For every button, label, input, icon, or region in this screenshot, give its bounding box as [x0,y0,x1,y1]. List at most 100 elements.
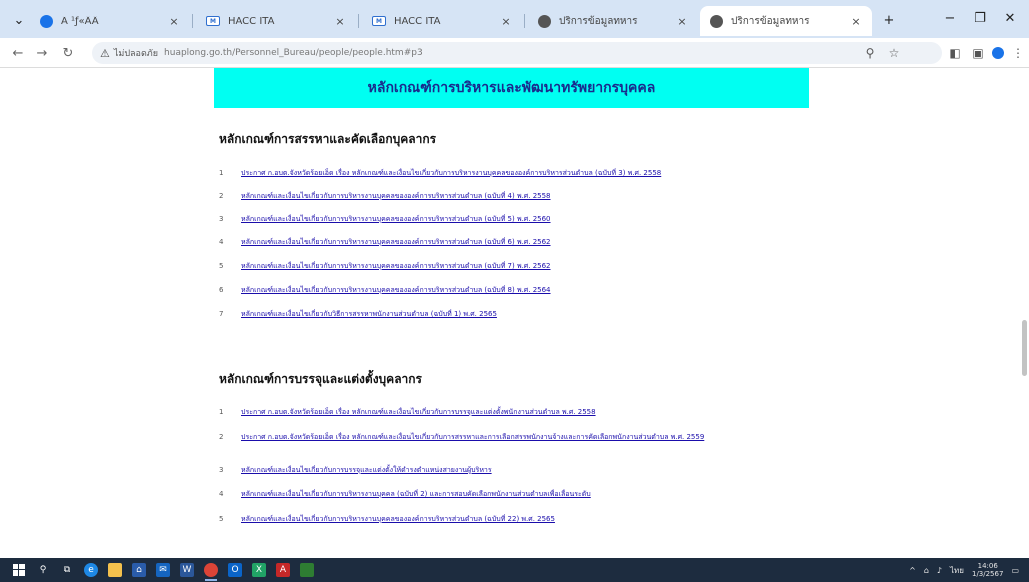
document-link-item: 4 หลักเกณฑ์และเงื่อนไขเกี่ยวกับการบริหาร… [219,237,799,247]
item-number: 2 [219,192,224,200]
item-number: 1 [219,408,224,416]
app-icon[interactable] [300,563,314,577]
tab-title: HACC ITA [394,15,441,27]
zoom-icon[interactable]: ⚲ [860,43,880,63]
security-label: ไม่ปลอดภัย [113,49,159,59]
excel-icon[interactable]: X [252,563,266,577]
word-icon[interactable]: W [180,563,194,577]
site-icon [40,14,53,28]
document-link-item: 5 หลักเกณฑ์และเงื่อนไขเกี่ยวกับการบริหาร… [219,514,799,524]
document-link[interactable]: หลักเกณฑ์และเงื่อนไขเกี่ยวกับการบริหารงา… [241,214,551,224]
menu-icon[interactable]: ⋮ [1008,43,1028,63]
close-window-icon[interactable]: ✕ [995,6,1025,30]
browser-tab-strip: ⌄ Ã ¹ƒ«ÂÂ × M HACC ITA × M HACC ITA × ปร… [0,0,1029,38]
document-link-item: 4 หลักเกณฑ์และเงื่อนไขเกี่ยวกับการบริหาร… [219,489,799,499]
item-number: 6 [219,286,224,294]
item-number: 5 [219,262,224,270]
document-link-item: 3 หลักเกณฑ์และเงื่อนไขเกี่ยวกับการบริหาร… [219,214,799,224]
item-number: 7 [219,310,224,318]
minimize-icon[interactable]: − [935,6,965,30]
item-number: 5 [219,515,224,523]
reload-icon[interactable]: ↻ [58,43,78,63]
clock[interactable]: 14:06 1/3/2567 [972,562,1003,578]
tab-divider [358,14,359,28]
page-viewport: หลักเกณฑ์การบริหารและพัฒนาทรัพยากรบุคคล … [0,68,1029,558]
item-number: 4 [219,238,224,246]
item-number: 3 [219,466,224,474]
document-link[interactable]: หลักเกณฑ์และเงื่อนไขเกี่ยวกับการบริหารงา… [241,261,551,271]
document-link-item: 6 หลักเกณฑ์และเงื่อนไขเกี่ยวกับการบริหาร… [219,285,799,295]
volume-icon[interactable]: ♪ [937,566,942,575]
browser-toolbar: ← → ↻ ⚠ ไม่ปลอดภัย huaplong.go.th/Person… [0,38,1029,68]
close-tab-icon[interactable]: × [168,15,180,28]
document-link[interactable]: หลักเกณฑ์และเงื่อนไขเกี่ยวกับการบริหารงา… [241,514,555,524]
browser-tab-4[interactable]: ปริการข้อมูลทหาร × [528,6,698,36]
mail-icon: M [372,16,386,26]
address-bar[interactable]: ⚠ ไม่ปลอดภัย huaplong.go.th/Personnel_Bu… [92,42,942,64]
item-number: 4 [219,490,224,498]
profile-icon[interactable] [988,43,1008,63]
globe-icon [538,14,551,28]
document-link-item: 5 หลักเกณฑ์และเงื่อนไขเกี่ยวกับการบริหาร… [219,261,799,271]
document-link[interactable]: หลักเกณฑ์และเงื่อนไขเกี่ยวกับการบริหารงา… [241,285,551,295]
task-view-icon[interactable]: ⧉ [60,563,74,577]
browser-tab-5[interactable]: ปริการข้อมูลทหาร × [700,6,872,36]
section-title-appointment: หลักเกณฑ์การบรรจุและแต่งตั้งบุคลากร [219,372,422,386]
outlook-icon[interactable]: O [228,563,242,577]
forward-arrow-icon[interactable]: → [32,43,52,63]
browser-tab-2[interactable]: M HACC ITA × [196,6,356,36]
browser-tab-1[interactable]: Ã ¹ƒ«ÂÂ × [30,6,190,36]
document-link[interactable]: หลักเกณฑ์และเงื่อนไขเกี่ยวกับการบริหารงา… [241,237,551,247]
tab-title: HACC ITA [228,15,275,27]
file-explorer-icon[interactable] [108,563,122,577]
tab-title: Ã ¹ƒ«ÂÂ [61,15,99,27]
page-banner-title: หลักเกณฑ์การบริหารและพัฒนาทรัพยากรบุคคล [214,68,809,108]
document-link-item: 1 ประกาศ ก.อบต.จังหวัดร้อยเอ็ด เรื่อง หล… [219,168,799,178]
extensions-icon[interactable]: ◧ [945,43,965,63]
store-icon[interactable]: ⌂ [132,563,146,577]
chevron-up-icon[interactable]: ^ [909,566,916,575]
document-link-item: 7 หลักเกณฑ์และเงื่อนไขเกี่ยวกับวิธีการสร… [219,309,799,319]
close-tab-icon[interactable]: × [500,15,512,28]
notification-icon[interactable]: ▭ [1011,566,1019,575]
tab-divider [192,14,193,28]
tab-divider [524,14,525,28]
windows-start-icon[interactable] [12,563,26,577]
document-link-item: 2 หลักเกณฑ์และเงื่อนไขเกี่ยวกับการบริหาร… [219,191,799,201]
close-tab-icon[interactable]: × [676,15,688,28]
document-link-item: 1 ประกาศ ก.อบต.จังหวัดร้อยเอ็ด เรื่อง หล… [219,407,799,417]
mail-app-icon[interactable]: ✉ [156,563,170,577]
scrollbar-thumb[interactable] [1022,320,1027,376]
edge-icon[interactable]: e [84,563,98,577]
document-link[interactable]: หลักเกณฑ์และเงื่อนไขเกี่ยวกับวิธีการสรรห… [241,309,497,319]
mail-icon: M [206,16,220,26]
globe-icon [710,14,723,28]
url-text: huaplong.go.th/Personnel_Bureau/people/p… [164,48,423,58]
document-link[interactable]: หลักเกณฑ์และเงื่อนไขเกี่ยวกับการบรรจุและ… [241,465,492,475]
document-link[interactable]: หลักเกณฑ์และเงื่อนไขเกี่ยวกับการบริหารงา… [241,191,551,201]
language-indicator[interactable]: ไทย [950,564,964,577]
bookmark-star-icon[interactable]: ☆ [884,43,904,63]
document-link[interactable]: หลักเกณฑ์และเงื่อนไขเกี่ยวกับการบริหารงา… [241,489,591,499]
network-icon[interactable]: ⌂ [924,566,929,575]
clock-time: 14:06 [977,562,998,570]
document-link[interactable]: ประกาศ ก.อบต.จังหวัดร้อยเอ็ด เรื่อง หลัก… [241,407,596,417]
item-number: 1 [219,169,224,177]
document-link[interactable]: ประกาศ ก.อบต.จังหวัดร้อยเอ็ด เรื่อง หลัก… [241,432,704,442]
close-tab-icon[interactable]: × [850,15,862,28]
clock-date: 1/3/2567 [971,570,1004,578]
item-number: 2 [219,433,224,441]
back-arrow-icon[interactable]: ← [8,43,28,63]
document-link[interactable]: ประกาศ ก.อบต.จังหวัดร้อยเอ็ด เรื่อง หลัก… [241,168,661,178]
chrome-icon[interactable] [204,563,218,581]
new-tab-icon[interactable]: + [874,8,904,32]
side-panel-icon[interactable]: ▣ [968,43,988,63]
acrobat-icon[interactable]: A [276,563,290,577]
close-tab-icon[interactable]: × [334,15,346,28]
maximize-icon[interactable]: ❐ [965,6,995,30]
warning-icon: ⚠ [100,46,110,60]
search-icon[interactable]: ⚲ [36,563,50,577]
item-number: 3 [219,215,224,223]
browser-tab-3[interactable]: M HACC ITA × [362,6,522,36]
document-link-item: 2 ประกาศ ก.อบต.จังหวัดร้อยเอ็ด เรื่อง หล… [219,432,799,442]
